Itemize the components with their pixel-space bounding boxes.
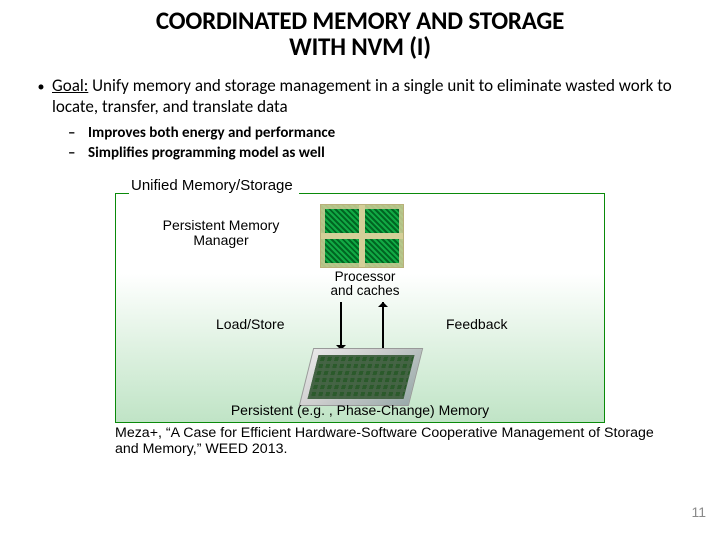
proc-line-1: Processor (335, 269, 396, 284)
bullet-marker: • (30, 75, 52, 119)
load-store-label: Load/Store (216, 316, 285, 332)
processor-chip-icon (320, 204, 404, 268)
bullet-list: • Goal: Unify memory and storage managem… (30, 75, 690, 164)
pmm-line-2: Manager (193, 232, 248, 248)
persistent-memory-manager-label: Persistent Memory Manager (146, 218, 296, 249)
page-number: 11 (691, 504, 706, 520)
bullet-text: Goal: Unify memory and storage managemen… (52, 75, 690, 119)
proc-line-2: and caches (330, 283, 399, 298)
persistent-memory-label: Persistent (e.g. , Phase-Change) Memory (116, 402, 604, 418)
sub-text-1: Improves both energy and performance (88, 124, 690, 144)
figure: Unified Memory/Storage Persistent Memory… (115, 177, 605, 458)
arrow-up-icon (382, 302, 384, 350)
figure-box: Persistent Memory Manager Processor and … (115, 193, 605, 423)
figure-title: Unified Memory/Storage (129, 177, 299, 194)
slide-title: COORDINATED MEMORY AND STORAGE WITH NVM … (30, 8, 690, 61)
sub-marker: – (68, 144, 88, 164)
feedback-label: Feedback (446, 316, 507, 332)
pmm-line-1: Persistent Memory (163, 217, 280, 233)
arrow-down-icon (340, 302, 342, 350)
memory-chip-icon (299, 348, 423, 406)
goal-label: Goal: (52, 75, 88, 96)
sub-bullet-2: – Simplifies programming model as well (68, 144, 690, 164)
citation: Meza+, “A Case for Efficient Hardware-So… (115, 425, 655, 458)
bullet-goal: • Goal: Unify memory and storage managem… (30, 75, 690, 119)
processor-label: Processor and caches (320, 270, 410, 298)
goal-rest: Unify memory and storage management in a… (52, 75, 672, 118)
sub-marker: – (68, 124, 88, 144)
sub-bullet-1: – Improves both energy and performance (68, 124, 690, 144)
title-line-2: WITH NVM (I) (289, 31, 431, 62)
sub-text-2: Simplifies programming model as well (88, 144, 690, 164)
